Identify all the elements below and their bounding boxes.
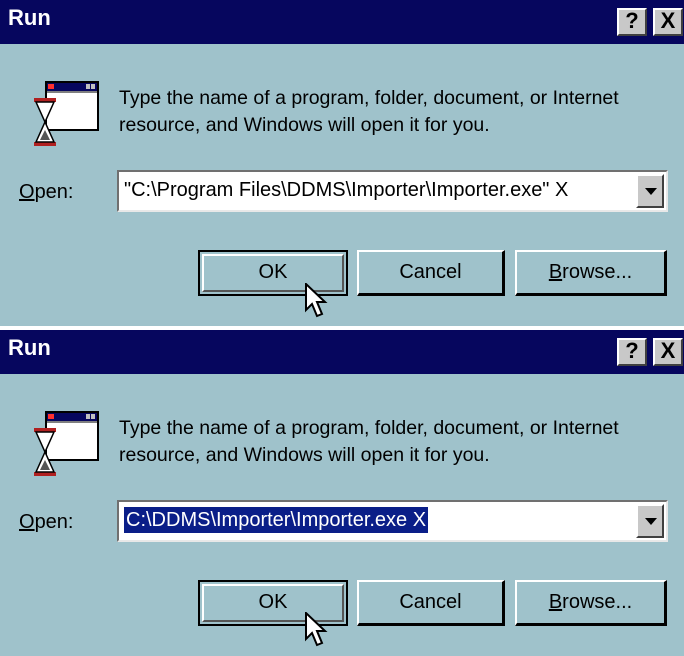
dropdown-arrow-icon[interactable] bbox=[636, 504, 664, 538]
browse-button[interactable]: Browse... bbox=[515, 580, 667, 626]
cancel-button[interactable]: Cancel bbox=[357, 580, 505, 626]
open-label: Open: bbox=[19, 511, 74, 534]
open-input[interactable]: C:\DDMS\Importer\Importer.exe X bbox=[124, 507, 429, 533]
open-label: Open: bbox=[19, 181, 74, 204]
open-accesskey: O bbox=[19, 181, 35, 203]
close-icon: X bbox=[660, 338, 676, 363]
description-line-1: Type the name of a program, folder, docu… bbox=[119, 87, 619, 109]
open-combobox[interactable]: "C:\Program Files\DDMS\Importer\Importer… bbox=[117, 170, 668, 212]
run-dialog-2: Run ? X Type the name of a program, fold… bbox=[0, 330, 684, 656]
help-icon: ? bbox=[625, 338, 639, 363]
mouse-pointer-icon bbox=[305, 612, 328, 647]
browse-label-rest: rowse... bbox=[562, 261, 633, 283]
run-dialog-1: Run ? X Type the name of a program, fold… bbox=[0, 0, 684, 326]
help-button[interactable]: ? bbox=[617, 8, 647, 36]
mouse-pointer-icon bbox=[305, 283, 328, 318]
run-program-icon bbox=[34, 411, 99, 476]
dropdown-arrow-icon[interactable] bbox=[636, 174, 664, 208]
help-icon: ? bbox=[625, 8, 639, 33]
description-line-1: Type the name of a program, folder, docu… bbox=[119, 417, 619, 439]
title-bar[interactable]: Run ? X bbox=[0, 0, 684, 44]
description-line-2: resource, and Windows will open it for y… bbox=[119, 114, 490, 136]
title-bar[interactable]: Run ? X bbox=[0, 330, 684, 374]
open-label-rest: pen: bbox=[34, 511, 74, 533]
dialog-title: Run bbox=[8, 5, 51, 30]
browse-label-rest: rowse... bbox=[562, 591, 633, 613]
open-input[interactable]: "C:\Program Files\DDMS\Importer\Importer… bbox=[124, 179, 568, 202]
cancel-button[interactable]: Cancel bbox=[357, 250, 505, 296]
description-text: Type the name of a program, folder, docu… bbox=[119, 85, 619, 139]
close-icon: X bbox=[660, 8, 676, 33]
open-accesskey: O bbox=[19, 511, 35, 533]
description-line-2: resource, and Windows will open it for y… bbox=[119, 444, 490, 466]
browse-accesskey: B bbox=[548, 261, 563, 283]
run-program-icon bbox=[34, 81, 99, 146]
help-button[interactable]: ? bbox=[617, 338, 647, 366]
dialog-title: Run bbox=[8, 335, 51, 360]
close-button[interactable]: X bbox=[653, 338, 683, 366]
close-button[interactable]: X bbox=[653, 8, 683, 36]
description-text: Type the name of a program, folder, docu… bbox=[119, 415, 619, 469]
browse-button[interactable]: Browse... bbox=[515, 250, 667, 296]
open-label-rest: pen: bbox=[34, 181, 74, 203]
open-combobox[interactable]: C:\DDMS\Importer\Importer.exe X bbox=[117, 500, 668, 542]
browse-accesskey: B bbox=[548, 591, 563, 613]
